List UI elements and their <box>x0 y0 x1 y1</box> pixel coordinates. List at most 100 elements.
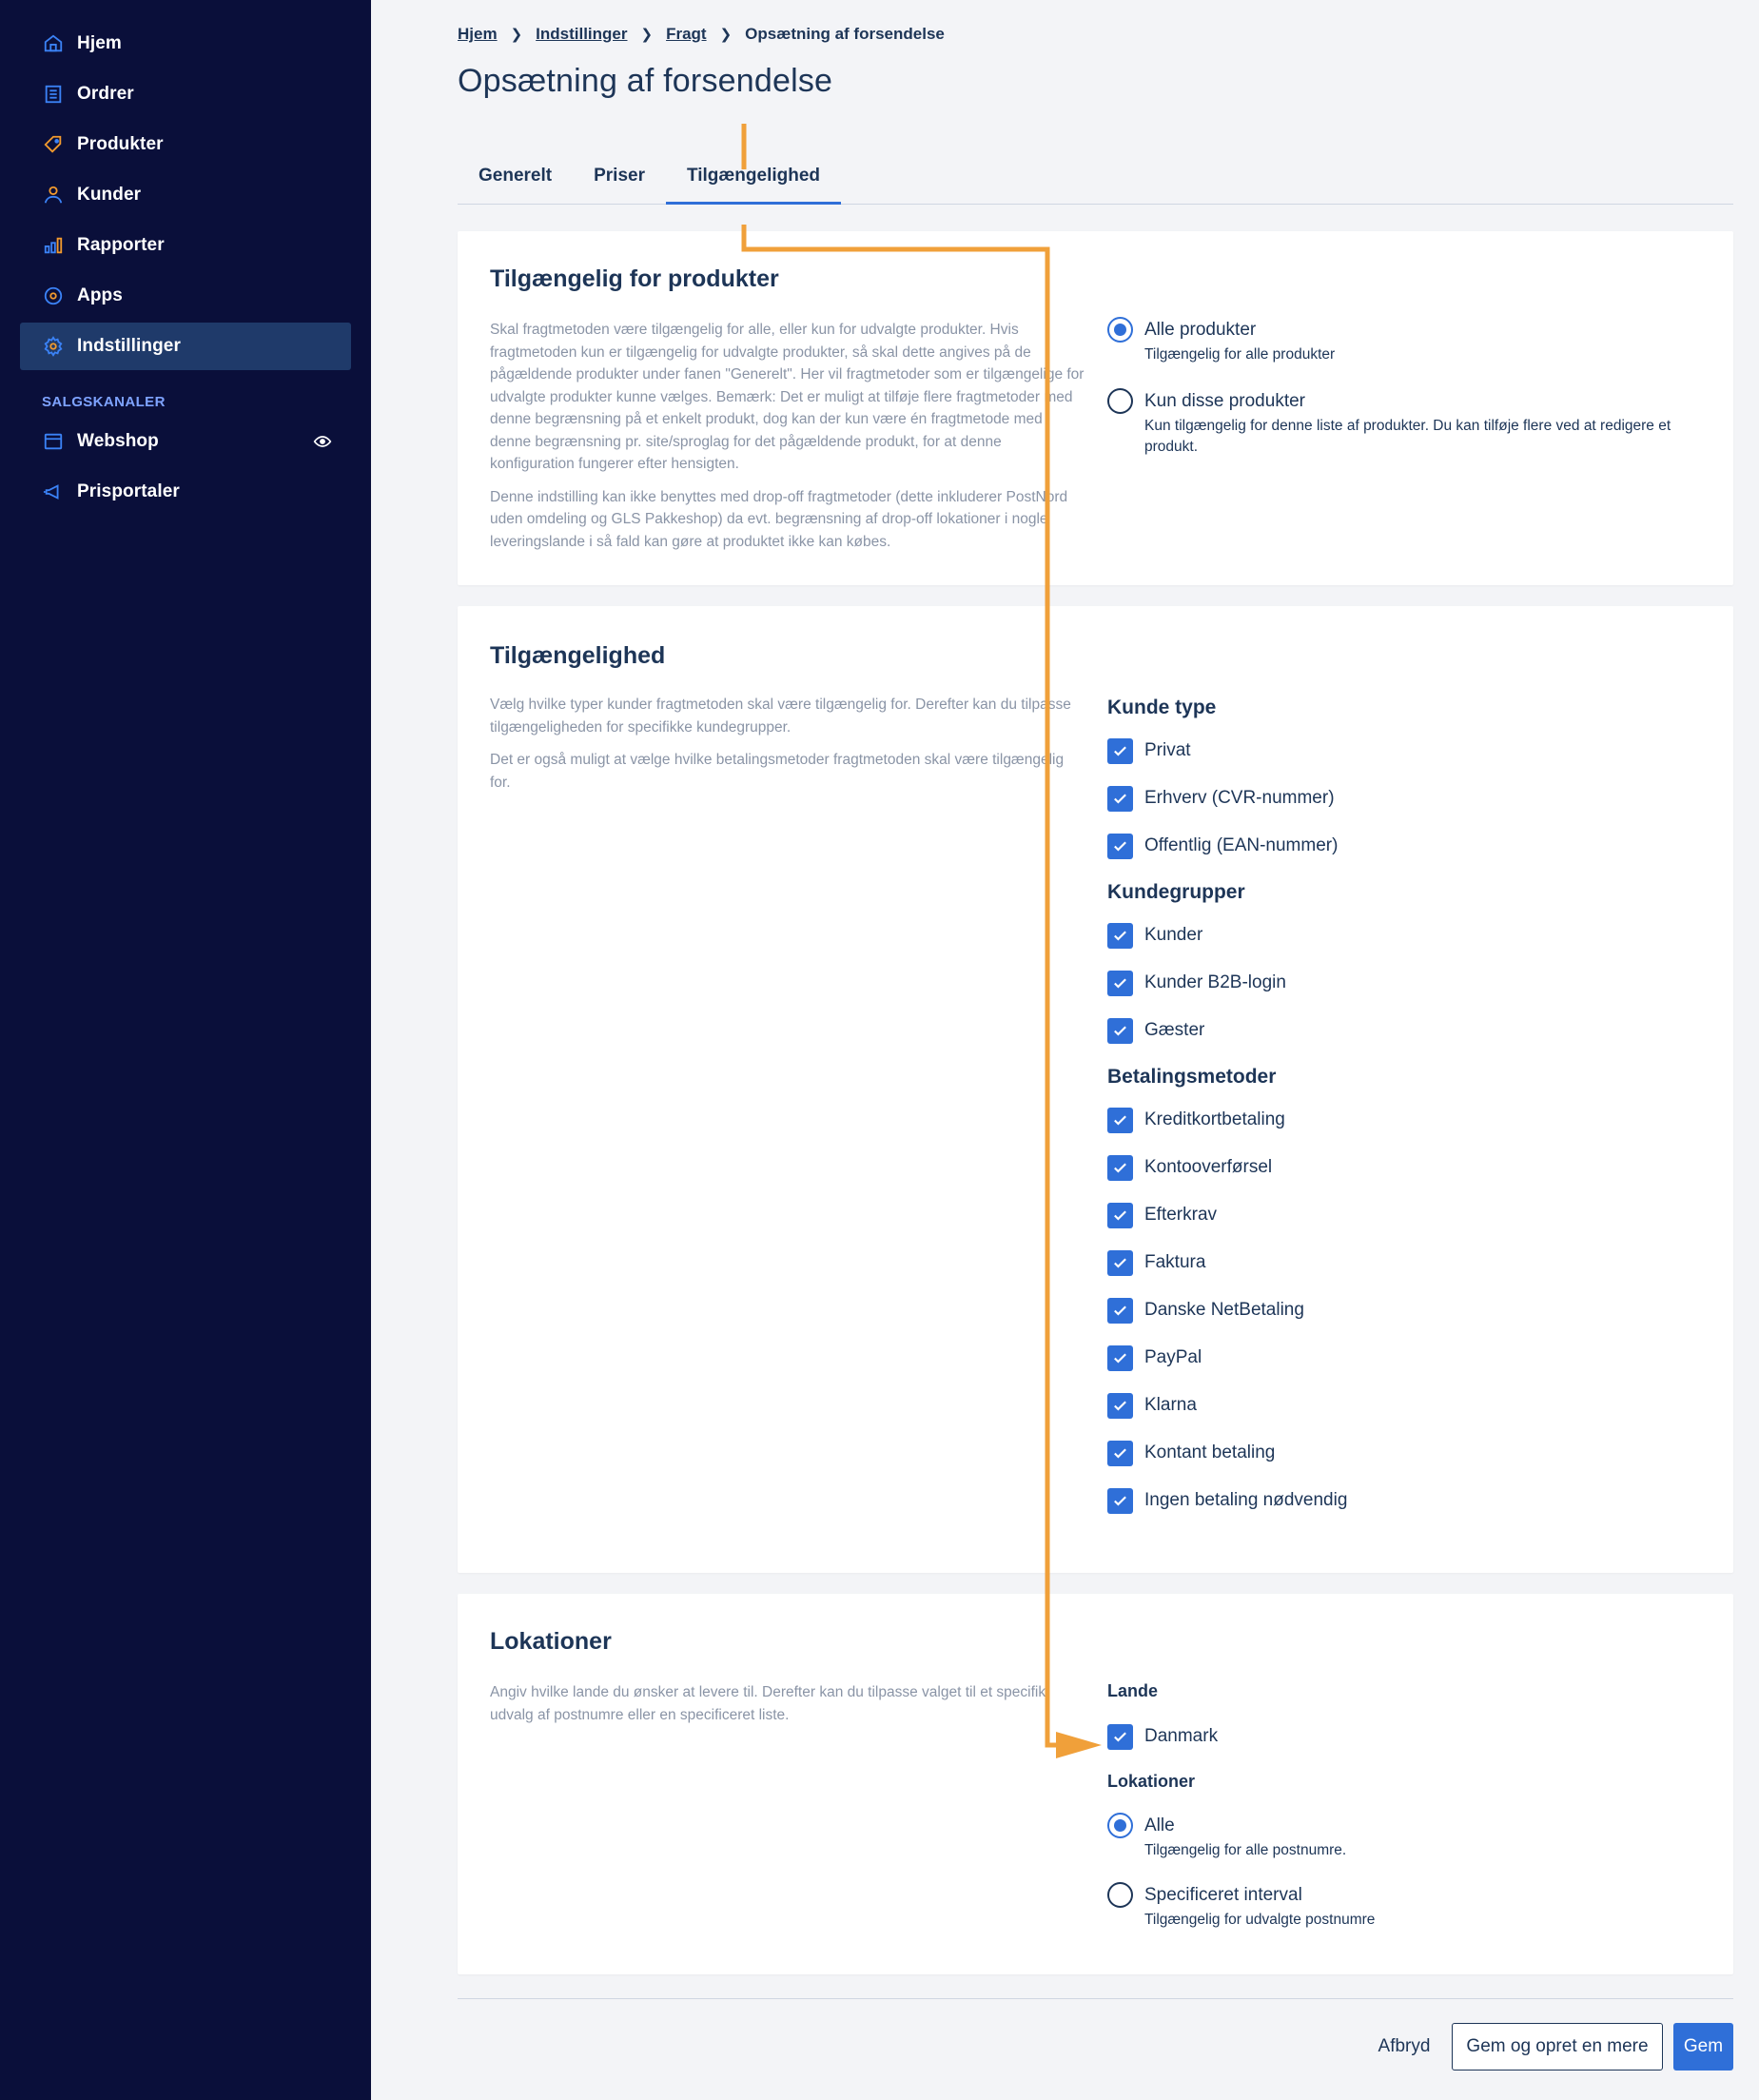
sidebar-item-label: Ordrer <box>77 84 134 104</box>
check-icon <box>1114 793 1126 804</box>
chevron-right-icon: ❯ <box>719 27 733 43</box>
footer-divider <box>458 1998 1733 1999</box>
radio-label: Alle <box>1144 1815 1175 1835</box>
checkbox-label: Danske NetBetaling <box>1144 1300 1304 1320</box>
checkbox-checked[interactable] <box>1107 1392 1133 1419</box>
radio-all-products[interactable]: Alle produkter Tilgængelig for alle prod… <box>1107 317 1707 365</box>
checkbox-row[interactable]: Klarna <box>1107 1392 1347 1419</box>
checkbox-label: Kreditkortbetaling <box>1144 1109 1285 1129</box>
save-button[interactable]: Gem <box>1673 2023 1733 2071</box>
checkbox-label: Offentlig (EAN-nummer) <box>1144 835 1339 855</box>
megaphone-icon <box>41 480 66 504</box>
availability-desc-paragraph: Vælg hvilke typer kunder fragtmetoden sk… <box>490 697 1071 736</box>
cancel-button[interactable]: Afbryd <box>1361 2023 1447 2071</box>
availability-card: Tilgængelighed Vælg hvilke typer kunder … <box>458 606 1733 1573</box>
checkbox-row[interactable]: Erhverv (CVR-nummer) <box>1107 785 1347 812</box>
radio-specified-interval[interactable]: Specificeret interval Tilgængelig for ud… <box>1107 1882 1375 1931</box>
checkbox-row[interactable]: Kunder <box>1107 922 1347 949</box>
checkbox-checked[interactable] <box>1107 922 1133 949</box>
breadcrumb-link-indstillinger[interactable]: Indstillinger <box>536 25 627 44</box>
radio-button[interactable] <box>1107 1882 1133 1908</box>
checkbox-row[interactable]: Efterkrav <box>1107 1202 1347 1228</box>
locations-card-description: Angiv hvilke lande du ønsker at levere t… <box>490 1681 1085 1737</box>
checkbox-row[interactable]: Kontooverførsel <box>1107 1154 1347 1181</box>
checkbox-row[interactable]: Ingen betaling nødvendig <box>1107 1487 1347 1514</box>
check-icon <box>1114 1352 1126 1364</box>
availability-card-description: Vælg hvilke typer kunder fragtmetoden sk… <box>490 694 1085 804</box>
eye-icon[interactable] <box>313 431 334 452</box>
checkbox-row[interactable]: Danske NetBetaling <box>1107 1297 1347 1324</box>
radio-label: Kun disse produkter <box>1144 391 1305 411</box>
sidebar-item-label: Kunder <box>77 185 142 205</box>
customer-type-list: Privat Erhverv (CVR-nummer) Offentlig (EAN… <box>1107 737 1347 859</box>
checkbox-checked[interactable] <box>1107 1107 1133 1133</box>
home-icon <box>41 31 66 56</box>
checkbox-checked[interactable] <box>1107 1487 1133 1514</box>
checkbox-row[interactable]: Offentlig (EAN-nummer) <box>1107 833 1347 859</box>
sidebar-item-apps[interactable]: Apps <box>20 272 351 320</box>
checkbox-row[interactable]: Gæster <box>1107 1017 1347 1044</box>
sidebar-item-hjem[interactable]: Hjem <box>20 20 351 68</box>
sidebar-item-ordrer[interactable]: Ordrer <box>20 70 351 118</box>
checkbox-checked[interactable] <box>1107 1297 1133 1324</box>
checkbox-label: Faktura <box>1144 1252 1206 1272</box>
checkbox-row[interactable]: Kontant betaling <box>1107 1440 1347 1466</box>
radio-button[interactable] <box>1107 388 1133 414</box>
checkbox-label: Erhverv (CVR-nummer) <box>1144 788 1335 808</box>
checkbox-checked[interactable] <box>1107 785 1133 812</box>
radio-button[interactable] <box>1107 1813 1133 1838</box>
sidebar-item-indstillinger[interactable]: Indstillinger <box>20 323 351 370</box>
payment-methods-list: Kreditkortbetaling Kontooverførsel Efterkr… <box>1107 1107 1347 1514</box>
checkbox-checked[interactable] <box>1107 1154 1133 1181</box>
tab-generelt[interactable]: Generelt <box>458 157 573 205</box>
sidebar-item-rapporter[interactable]: Rapporter <box>20 222 351 269</box>
sidebar-item-produkter[interactable]: Produkter <box>20 121 351 168</box>
radio-button[interactable] <box>1107 317 1133 343</box>
checkbox-checked[interactable] <box>1107 970 1133 996</box>
checkbox-checked[interactable] <box>1107 737 1133 764</box>
check-icon <box>1114 840 1126 852</box>
chevron-right-icon: ❯ <box>640 27 654 43</box>
checkbox-row[interactable]: Privat <box>1107 737 1347 764</box>
checkbox-danmark[interactable]: Danmark <box>1107 1723 1375 1750</box>
sidebar-item-kunder[interactable]: Kunder <box>20 171 351 219</box>
radio-all-locations[interactable]: Alle Tilgængelig for alle postnumre. <box>1107 1813 1375 1861</box>
sidebar-item-webshop[interactable]: Webshop <box>20 418 351 465</box>
checkbox-checked[interactable] <box>1107 1249 1133 1276</box>
availability-desc-paragraph: Det er også muligt at vælge hvilke betal… <box>490 752 1065 791</box>
checkbox-checked[interactable] <box>1107 1723 1133 1750</box>
checkbox-checked[interactable] <box>1107 1202 1133 1228</box>
tab-bar: Generelt Priser Tilgængelighed <box>458 157 1733 205</box>
payment-methods-title: Betalingsmetoder <box>1107 1066 1277 1088</box>
checkbox-row[interactable]: Kunder B2B-login <box>1107 970 1347 996</box>
checkbox-row[interactable]: PayPal <box>1107 1344 1347 1371</box>
radio-selected-products[interactable]: Kun disse produkter Kun tilgængelig for … <box>1107 388 1707 458</box>
locations-options: Lande Danmark Lokationer Alle Tilgængeli… <box>1107 1681 1375 1931</box>
checkbox-label: Kontooverførsel <box>1144 1157 1273 1177</box>
breadcrumb-link-fragt[interactable]: Fragt <box>666 25 707 44</box>
tab-tilgaengelighed[interactable]: Tilgængelighed <box>665 157 842 205</box>
breadcrumb-link-hjem[interactable]: Hjem <box>458 25 498 44</box>
sidebar-item-label: Prisportaler <box>77 481 180 501</box>
checkbox-checked[interactable] <box>1107 833 1133 859</box>
checkbox-label: Kunder B2B-login <box>1144 972 1286 992</box>
check-icon <box>1114 1400 1126 1411</box>
sidebar-item-label: Webshop <box>77 431 159 451</box>
checkbox-row[interactable]: Kreditkortbetaling <box>1107 1107 1347 1133</box>
check-icon <box>1114 1025 1126 1036</box>
checkbox-checked[interactable] <box>1107 1344 1133 1371</box>
check-icon <box>1114 1305 1126 1316</box>
checkbox-label: Danmark <box>1144 1726 1219 1746</box>
products-options: Alle produkter Tilgængelig for alle prod… <box>1107 317 1707 458</box>
tab-priser[interactable]: Priser <box>573 157 666 205</box>
apps-icon <box>41 284 66 308</box>
checkbox-label: Klarna <box>1144 1395 1197 1415</box>
checkbox-checked[interactable] <box>1107 1440 1133 1466</box>
sidebar-item-prisportaler[interactable]: Prisportaler <box>20 468 351 516</box>
checkbox-label: Privat <box>1144 740 1191 760</box>
checkbox-checked[interactable] <box>1107 1017 1133 1044</box>
checkbox-row[interactable]: Faktura <box>1107 1249 1347 1276</box>
check-icon <box>1114 977 1126 989</box>
save-and-new-button[interactable]: Gem og opret en mere <box>1452 2023 1663 2071</box>
check-icon <box>1114 1209 1126 1221</box>
